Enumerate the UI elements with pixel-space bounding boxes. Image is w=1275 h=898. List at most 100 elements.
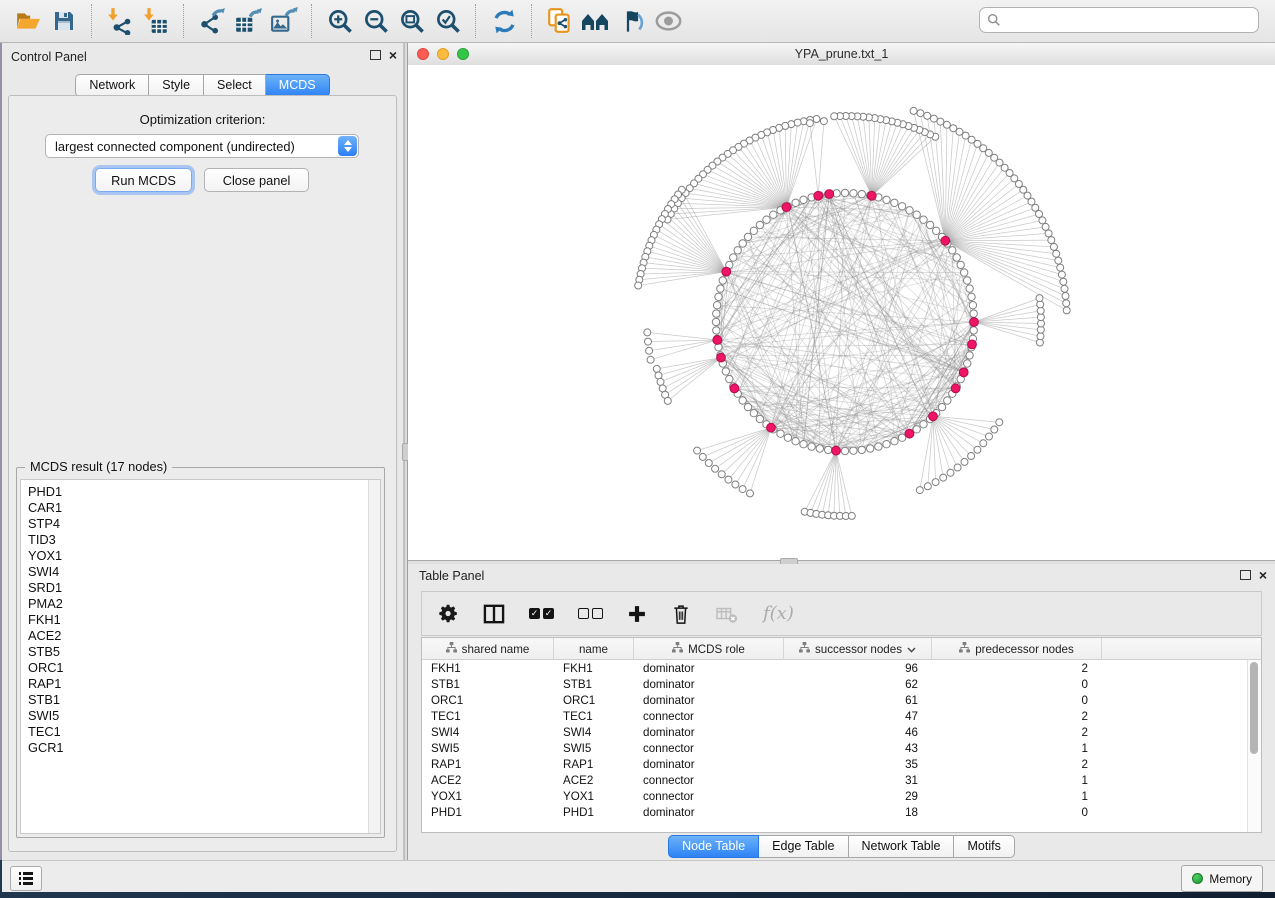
run-mcds-button[interactable]: Run MCDS: [95, 168, 192, 192]
delete-icon[interactable]: [671, 603, 691, 625]
task-history-button[interactable]: [10, 866, 42, 891]
memory-button[interactable]: Memory: [1181, 865, 1263, 892]
table-cell: SWI4: [422, 726, 554, 739]
export-network-icon[interactable]: [194, 5, 230, 37]
mcds-result-item[interactable]: ACE2: [28, 628, 380, 644]
float-panel-icon[interactable]: [370, 50, 381, 60]
zoom-in-icon[interactable]: [322, 5, 358, 37]
close-panel-button[interactable]: Close panel: [204, 168, 309, 192]
tab-style[interactable]: Style: [149, 74, 204, 97]
table-row[interactable]: TEC1TEC1connector472: [422, 708, 1261, 724]
annotation-icon[interactable]: [614, 5, 650, 37]
refresh-layout-icon[interactable]: [486, 5, 522, 37]
close-panel-icon[interactable]: ×: [1259, 570, 1267, 580]
column-type-icon: [446, 642, 457, 656]
column-header-predecessor-nodes[interactable]: predecessor nodes: [932, 638, 1102, 660]
zoom-out-icon[interactable]: [358, 5, 394, 37]
main-toolbar: [0, 0, 1275, 43]
mcds-result-item[interactable]: TEC1: [28, 724, 380, 740]
import-table-icon[interactable]: [138, 5, 174, 37]
mcds-result-item[interactable]: RAP1: [28, 676, 380, 692]
column-header-shared-name[interactable]: shared name: [422, 638, 554, 660]
table-scrollbar[interactable]: [1247, 660, 1261, 832]
column-type-icon: [672, 642, 683, 656]
scrollbar-thumb[interactable]: [1250, 662, 1258, 754]
tab-edge-table[interactable]: Edge Table: [759, 835, 848, 858]
tab-motifs[interactable]: Motifs: [954, 835, 1014, 858]
network-canvas[interactable]: [408, 65, 1275, 560]
table-row[interactable]: FKH1FKH1dominator962: [422, 660, 1261, 676]
table-settings-icon[interactable]: [438, 603, 459, 624]
table-row[interactable]: PHD1PHD1dominator180: [422, 804, 1261, 820]
export-table-icon[interactable]: [230, 5, 266, 37]
column-view-icon[interactable]: [483, 604, 505, 624]
tab-network-table[interactable]: Network Table: [849, 835, 955, 858]
mcds-result-item[interactable]: STB1: [28, 692, 380, 708]
column-header-mcds-role[interactable]: MCDS role: [634, 638, 784, 660]
mcds-result-item[interactable]: ORC1: [28, 660, 380, 676]
table-cell: SWI5: [554, 742, 634, 755]
zoom-fit-icon[interactable]: [394, 5, 430, 37]
add-icon[interactable]: [627, 604, 647, 624]
select-all-icon[interactable]: ✓✓: [529, 608, 554, 619]
table-row[interactable]: STB1STB1dominator620: [422, 676, 1261, 692]
save-session-icon[interactable]: [46, 5, 82, 37]
mcds-result-item[interactable]: SWI4: [28, 564, 380, 580]
column-header-successor-nodes[interactable]: successor nodes: [784, 638, 932, 660]
table-panel-window-buttons: ×: [1240, 570, 1267, 580]
mcds-result-item[interactable]: TID3: [28, 532, 380, 548]
table-cell: ACE2: [422, 774, 554, 787]
table-row[interactable]: ORC1ORC1dominator610: [422, 692, 1261, 708]
mcds-result-item[interactable]: GCR1: [28, 740, 380, 756]
network-graph[interactable]: [408, 65, 1275, 560]
table-row[interactable]: YOX1YOX1connector291: [422, 788, 1261, 804]
search-input[interactable]: [1005, 12, 1258, 28]
table-cell: PHD1: [422, 806, 554, 819]
table-cell: dominator: [634, 758, 784, 771]
deselect-all-icon[interactable]: [578, 608, 603, 619]
mcds-result-item[interactable]: STB5: [28, 644, 380, 660]
first-neighbors-icon[interactable]: [578, 5, 614, 37]
mcds-tab-content: Optimization criterion: largest connecte…: [8, 95, 397, 852]
zoom-selected-icon[interactable]: [430, 5, 466, 37]
optimization-select[interactable]: largest connected component (undirected): [45, 134, 359, 158]
status-bar: Memory: [2, 860, 1275, 892]
show-hide-icon[interactable]: [650, 5, 686, 37]
mcds-result-item[interactable]: PMA2: [28, 596, 380, 612]
table-cell: 29: [784, 790, 932, 803]
mcds-result-item[interactable]: STP4: [28, 516, 380, 532]
close-panel-icon[interactable]: ×: [389, 50, 397, 60]
table-row[interactable]: SWI5SWI5connector431: [422, 740, 1261, 756]
list-icon: [19, 882, 34, 885]
node-table: shared namenameMCDS rolesuccessor nodesp…: [421, 637, 1262, 833]
table-cell: dominator: [634, 726, 784, 739]
tab-node-table[interactable]: Node Table: [668, 835, 759, 858]
table-cell: connector: [634, 742, 784, 755]
mcds-result-item[interactable]: SRD1: [28, 580, 380, 596]
clone-network-icon[interactable]: [542, 5, 578, 37]
mcds-result-item[interactable]: CAR1: [28, 500, 380, 516]
mcds-result-item[interactable]: FKH1: [28, 612, 380, 628]
float-panel-icon[interactable]: [1240, 570, 1251, 580]
table-row[interactable]: SWI4SWI4dominator462: [422, 724, 1261, 740]
column-type-icon: [799, 642, 810, 656]
mcds-result-item[interactable]: YOX1: [28, 548, 380, 564]
column-header-name[interactable]: name: [554, 638, 634, 660]
tab-mcds[interactable]: MCDS: [266, 74, 330, 97]
table-cell: 2: [932, 710, 1102, 723]
import-network-icon[interactable]: [102, 5, 138, 37]
network-view-panel: YPA_prune.txt_1: [408, 43, 1275, 560]
mcds-result-item[interactable]: SWI5: [28, 708, 380, 724]
mcds-result-item[interactable]: PHD1: [28, 484, 380, 500]
table-row[interactable]: ACE2ACE2connector311: [422, 772, 1261, 788]
mcds-result-title: MCDS result (17 nodes): [25, 459, 172, 474]
mcds-result-list[interactable]: PHD1CAR1STP4TID3YOX1SWI4SRD1PMA2FKH1ACE2…: [20, 479, 381, 834]
export-image-icon[interactable]: [266, 5, 302, 37]
tab-network[interactable]: Network: [75, 74, 149, 97]
column-type-icon: [959, 642, 970, 656]
mcds-list-scrollbar[interactable]: [368, 480, 380, 833]
open-file-icon[interactable]: [10, 5, 46, 37]
table-row[interactable]: RAP1RAP1dominator352: [422, 756, 1261, 772]
table-body: FKH1FKH1dominator962STB1STB1dominator620…: [422, 660, 1261, 820]
tab-select[interactable]: Select: [204, 74, 266, 97]
